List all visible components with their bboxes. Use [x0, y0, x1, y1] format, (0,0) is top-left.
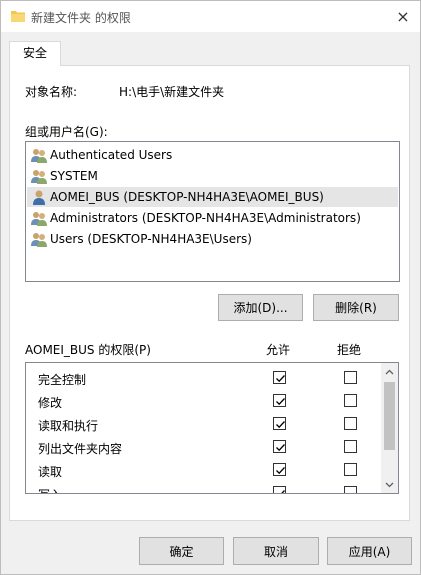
- allow-checkbox[interactable]: [273, 440, 286, 453]
- allow-checkbox[interactable]: [273, 371, 286, 384]
- add-button[interactable]: 添加(D)...: [218, 294, 303, 321]
- allow-checkbox[interactable]: [273, 394, 286, 407]
- checkmark-icon: [276, 398, 285, 406]
- group-users-icon: [31, 149, 47, 163]
- permission-label: 写入: [38, 486, 62, 493]
- deny-checkbox[interactable]: [344, 394, 357, 407]
- checkmark-icon: [276, 421, 285, 429]
- permission-label: 列出文件夹内容: [38, 442, 123, 456]
- scroll-up-arrow-icon[interactable]: [381, 363, 398, 380]
- permissions-list: 完全控制 修改 读取和执行 列出文件夹内容 读取: [25, 362, 399, 494]
- permissions-dialog: 新建文件夹 的权限 × 安全 对象名称: H:\电手\新建文件夹 组或用户名(G…: [0, 0, 421, 575]
- permission-row-full-control: 完全控制: [26, 367, 381, 390]
- list-item-aomei-bus[interactable]: AOMEI_BUS (DESKTOP-NH4HA3E\AOMEI_BUS): [27, 187, 398, 207]
- permission-label: 读取和执行: [38, 419, 99, 433]
- group-users-icon: [31, 233, 47, 247]
- title-bar: 新建文件夹 的权限 ×: [1, 1, 420, 32]
- close-icon: ×: [396, 7, 410, 26]
- checkmark-icon: [276, 444, 285, 452]
- deny-header: 拒绝: [337, 343, 362, 357]
- object-name-label: 对象名称:: [25, 85, 78, 99]
- group-users-icon: [31, 212, 47, 226]
- allow-header: 允许: [266, 343, 291, 357]
- scroll-down-arrow-icon[interactable]: [381, 476, 398, 493]
- permissions-scrollbar[interactable]: [381, 363, 398, 493]
- list-item-users[interactable]: Users (DESKTOP-NH4HA3E\Users): [27, 229, 398, 249]
- security-panel: 对象名称: H:\电手\新建文件夹 组或用户名(G): Authenticate…: [9, 65, 410, 521]
- allow-checkbox[interactable]: [273, 463, 286, 476]
- apply-button[interactable]: 应用(A): [327, 537, 412, 565]
- folder-icon: [11, 11, 25, 22]
- list-item-label: SYSTEM: [50, 169, 98, 183]
- list-item-label: AOMEI_BUS (DESKTOP-NH4HA3E\AOMEI_BUS): [50, 190, 324, 204]
- permission-row-write: 写入: [26, 482, 381, 493]
- allow-checkbox[interactable]: [273, 417, 286, 430]
- user-icon: [33, 190, 45, 205]
- checkmark-icon: [276, 467, 285, 475]
- deny-checkbox[interactable]: [344, 371, 357, 384]
- groups-listbox[interactable]: Authenticated Users SYSTEM AOMEI_BUS (DE…: [25, 141, 400, 282]
- remove-button[interactable]: 删除(R): [313, 294, 399, 321]
- deny-checkbox[interactable]: [344, 463, 357, 476]
- permissions-label: AOMEI_BUS 的权限(P): [25, 343, 151, 357]
- list-item-label: Users (DESKTOP-NH4HA3E\Users): [50, 232, 252, 246]
- deny-checkbox[interactable]: [344, 417, 357, 430]
- permission-row-read: 读取: [26, 459, 381, 482]
- list-item-label: Administrators (DESKTOP-NH4HA3E\Administ…: [50, 211, 361, 225]
- cancel-button[interactable]: 取消: [233, 537, 319, 565]
- tab-security-label: 安全: [22, 46, 47, 60]
- scrollbar-thumb[interactable]: [384, 382, 395, 450]
- ok-button[interactable]: 确定: [139, 537, 224, 565]
- permission-row-list-folder: 列出文件夹内容: [26, 436, 381, 459]
- group-users-icon: [31, 170, 47, 184]
- object-name-value: H:\电手\新建文件夹: [119, 85, 225, 99]
- permission-row-read-execute: 读取和执行: [26, 413, 381, 436]
- permission-label: 修改: [38, 396, 63, 410]
- deny-checkbox[interactable]: [344, 440, 357, 453]
- permission-label: 完全控制: [38, 373, 87, 387]
- permission-row-modify: 修改: [26, 390, 381, 413]
- list-item-authenticated-users[interactable]: Authenticated Users: [27, 145, 398, 165]
- deny-checkbox[interactable]: [344, 486, 357, 493]
- tab-security[interactable]: 安全: [9, 41, 61, 66]
- window-title: 新建文件夹 的权限: [31, 11, 131, 25]
- list-item-administrators[interactable]: Administrators (DESKTOP-NH4HA3E\Administ…: [27, 208, 398, 228]
- list-item-label: Authenticated Users: [50, 148, 173, 162]
- checkmark-icon: [281, 490, 285, 493]
- permission-label: 读取: [38, 465, 63, 479]
- allow-checkbox[interactable]: [273, 486, 286, 493]
- close-button[interactable]: ×: [386, 1, 420, 32]
- checkmark-icon: [276, 375, 285, 383]
- groups-label: 组或用户名(G):: [25, 125, 108, 139]
- list-item-system[interactable]: SYSTEM: [27, 166, 398, 186]
